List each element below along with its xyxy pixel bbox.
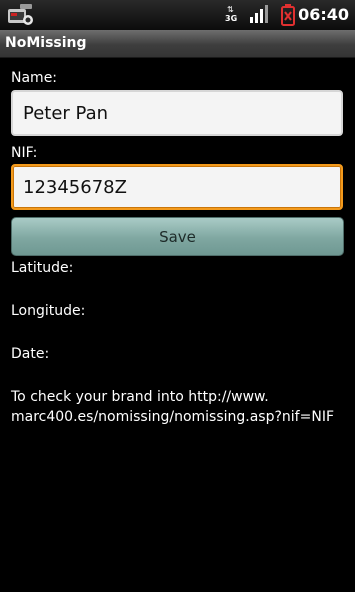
latitude-label: Latitude: [11,260,74,276]
date-label: Date: [11,346,50,362]
notification-icon[interactable] [6,3,36,27]
info-text: To check your brand into http://www. mar… [11,389,334,425]
nif-input[interactable] [11,164,343,210]
name-input[interactable] [11,90,343,136]
battery-icon [281,4,295,26]
network-type-label: 3G [225,14,238,23]
status-clock: 06:40 [298,5,349,24]
nif-label: NIF: [11,145,38,161]
status-bar: ⇅ 3G 06:40 [0,0,355,30]
name-label: Name: [11,70,58,86]
app-screen: ⇅ 3G 06:40 NoMissing Name: NIF: Save Lat… [0,0,355,592]
signal-icon [250,5,268,23]
app-title: NoMissing [5,35,87,51]
save-button[interactable]: Save [11,217,344,256]
title-bar: NoMissing [0,30,355,58]
longitude-label: Longitude: [11,303,86,319]
network-3g-icon: ⇅ 3G [225,5,238,23]
